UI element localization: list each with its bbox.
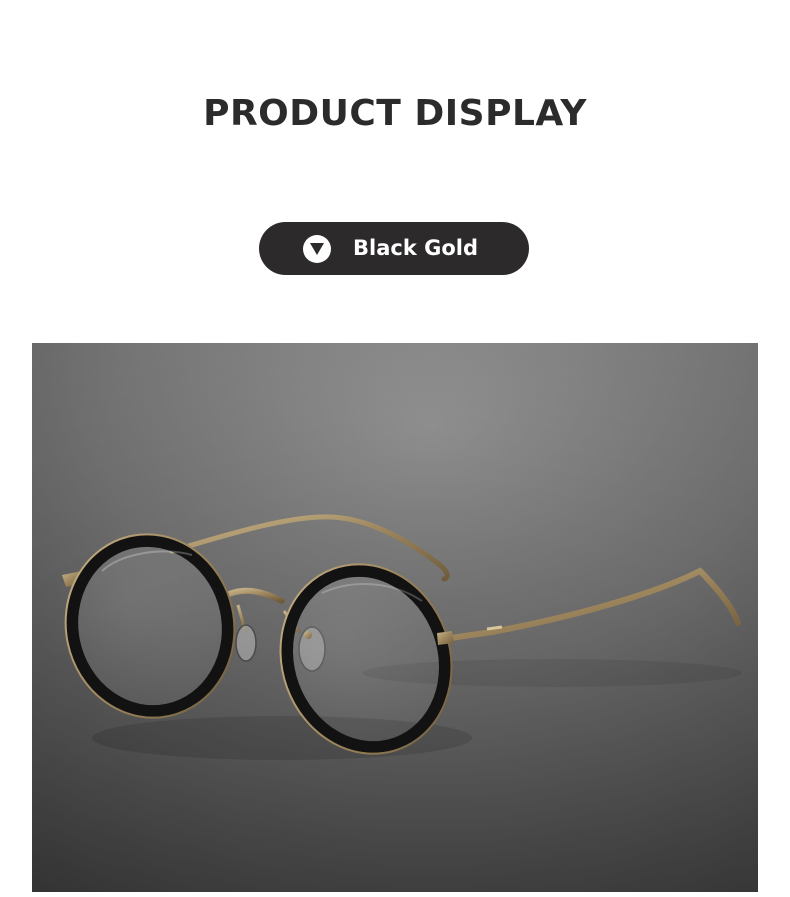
color-variant-button[interactable]: Black Gold xyxy=(259,222,529,275)
color-variant-label: Black Gold xyxy=(353,236,478,260)
page-title: PRODUCT DISPLAY xyxy=(203,93,587,134)
triangle-down-icon xyxy=(303,234,331,263)
product-photo xyxy=(32,343,758,892)
eyeglasses-icon xyxy=(32,343,758,892)
